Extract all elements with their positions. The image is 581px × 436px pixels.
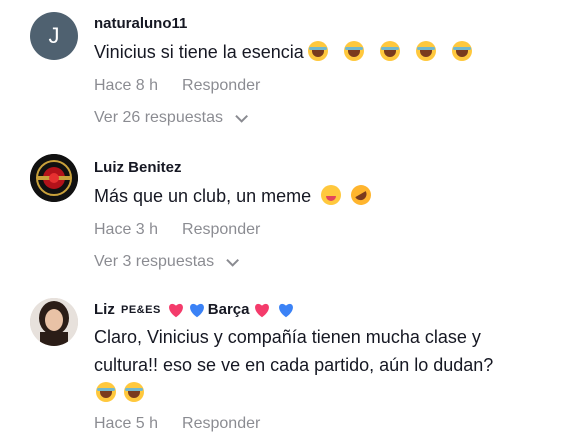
blue-heart-icon <box>278 303 293 318</box>
username[interactable]: Luiz Benitez <box>94 158 561 178</box>
laughing-crying-emoji-icon <box>379 41 400 61</box>
comment-text: Claro, Vinicius y compañía tienen mucha … <box>94 323 561 405</box>
profile-photo-icon <box>30 298 78 346</box>
rolling-laughing-emoji-icon <box>347 181 375 209</box>
pink-heart-icon <box>254 303 269 318</box>
laughing-crying-emoji-icon <box>307 41 328 61</box>
comment-meta: Hace 8 h Responder <box>94 76 561 96</box>
avatar[interactable] <box>30 298 78 346</box>
reply-button[interactable]: Responder <box>182 76 260 96</box>
timestamp: Hace 8 h <box>94 77 159 94</box>
zany-face-emoji-icon <box>321 185 342 205</box>
guns-n-roses-logo-icon <box>30 154 78 202</box>
view-replies-button[interactable]: Ver 26 respuestas <box>94 108 248 128</box>
laughing-crying-emoji-icon <box>415 41 436 61</box>
comment-meta: Hace 3 h Responder <box>94 220 561 240</box>
laughing-crying-emoji-icon <box>96 382 116 402</box>
timestamp: Hace 3 h <box>94 221 159 238</box>
chevron-down-icon <box>235 109 248 123</box>
pink-heart-icon <box>168 303 183 318</box>
comment-meta: Hace 5 h Responder <box>94 414 561 434</box>
laughing-crying-emoji-icon <box>451 41 472 61</box>
chevron-down-icon <box>226 253 240 267</box>
username[interactable]: naturaluno11 <box>94 14 561 34</box>
laughing-crying-emoji-icon <box>343 41 364 61</box>
reply-button[interactable]: Responder <box>182 414 260 434</box>
reply-button[interactable]: Responder <box>182 220 260 240</box>
avatar[interactable] <box>30 154 78 202</box>
blue-heart-icon <box>189 303 204 318</box>
view-replies-button[interactable]: Ver 3 respuestas <box>94 252 240 272</box>
username[interactable]: Liz PE&ES Barça <box>94 300 561 320</box>
comment-text: Vinicius si tiene la esencia <box>94 39 561 66</box>
avatar[interactable]: J <box>30 12 78 60</box>
timestamp: Hace 5 h <box>94 415 159 432</box>
laughing-crying-emoji-icon <box>124 382 144 402</box>
comment-text: Más que un club, un meme <box>94 181 561 210</box>
